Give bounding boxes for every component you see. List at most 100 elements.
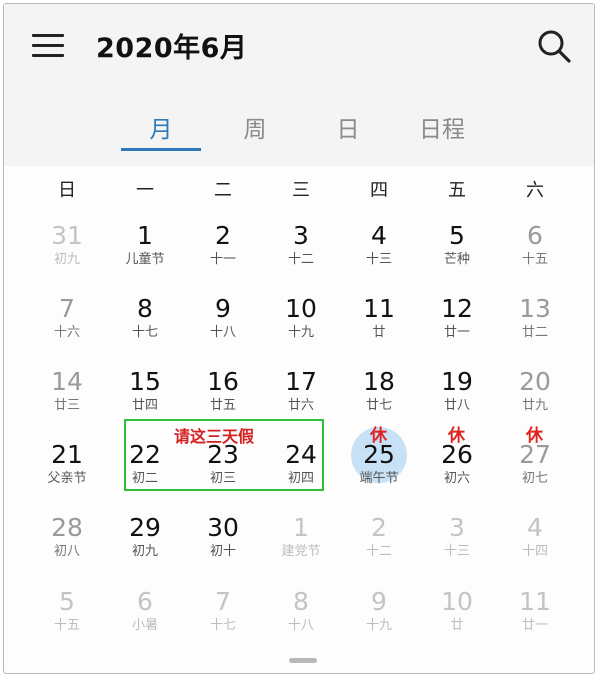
- lunar-label: 初九: [131, 544, 158, 559]
- day-number: 5: [449, 221, 465, 250]
- day-cell[interactable]: 30 初十: [184, 514, 262, 584]
- day-number: 1: [293, 513, 309, 542]
- day-number: 12: [441, 294, 473, 323]
- lunar-label: 十八: [209, 325, 236, 340]
- lunar-label: 廿: [372, 325, 386, 340]
- lunar-label: 廿七: [365, 398, 392, 413]
- lunar-label: 初六: [443, 471, 470, 486]
- day-number: 2: [215, 221, 231, 250]
- lunar-label: 十八: [287, 618, 314, 633]
- day-cell[interactable]: 11 廿一: [496, 588, 574, 658]
- day-cell[interactable]: 3 十三: [418, 514, 496, 584]
- day-number: 19: [441, 367, 473, 396]
- day-cell[interactable]: 9 十八: [184, 295, 262, 365]
- drag-handle[interactable]: [289, 658, 317, 663]
- day-cell[interactable]: 2 十二: [340, 514, 418, 584]
- lunar-label: 初七: [521, 471, 548, 486]
- day-number: 7: [215, 587, 231, 616]
- weekday-label: 二: [214, 180, 232, 201]
- day-cell[interactable]: 25 端午节: [340, 427, 418, 511]
- lunar-label: 廿九: [521, 398, 548, 413]
- rest-day-badge: 休: [526, 426, 543, 446]
- day-number: 31: [51, 221, 83, 250]
- tab-month[interactable]: 月: [111, 110, 211, 144]
- tab-day[interactable]: 日: [298, 110, 398, 144]
- lunar-label: 初四: [287, 471, 314, 486]
- day-cell[interactable]: 7 十六: [28, 295, 106, 365]
- day-cell[interactable]: 13 廿二: [496, 295, 574, 365]
- lunar-label: 十九: [287, 325, 314, 340]
- day-cell[interactable]: 5 芒种: [418, 222, 496, 292]
- weekday-label: 三: [292, 180, 310, 201]
- tab-schedule[interactable]: 日程: [392, 110, 492, 144]
- lunar-label: 初九: [53, 252, 80, 267]
- day-cell[interactable]: 8 十七: [106, 295, 184, 365]
- day-cell[interactable]: 10 十九: [262, 295, 340, 365]
- day-number: 4: [527, 513, 543, 542]
- day-number: 20: [519, 367, 551, 396]
- day-cell[interactable]: 8 十八: [262, 588, 340, 658]
- day-number: 11: [519, 587, 551, 616]
- lunar-label: 十二: [365, 544, 392, 559]
- weekday-label: 一: [136, 180, 154, 201]
- day-number: 10: [441, 587, 473, 616]
- lunar-label: 廿一: [443, 325, 470, 340]
- lunar-label: 端午节: [359, 471, 399, 486]
- day-cell[interactable]: 29 初九: [106, 514, 184, 584]
- day-cell[interactable]: 9 十九: [340, 588, 418, 658]
- day-cell[interactable]: 14 廿三: [28, 368, 106, 438]
- day-cell[interactable]: 6 十五: [496, 222, 574, 292]
- weekday-label: 六: [526, 180, 544, 201]
- rest-day-badge: 休: [448, 426, 465, 446]
- day-cell[interactable]: 27 初七: [496, 441, 574, 511]
- lunar-label: 廿三: [53, 398, 80, 413]
- day-number: 7: [59, 294, 75, 323]
- search-icon[interactable]: [536, 28, 572, 64]
- day-cell[interactable]: 21 父亲节: [28, 441, 106, 511]
- day-number: 11: [363, 294, 395, 323]
- day-cell[interactable]: 31 初九: [28, 222, 106, 292]
- lunar-label: 芒种: [443, 252, 470, 267]
- day-cell[interactable]: 2 十一: [184, 222, 262, 292]
- tab-week[interactable]: 周: [205, 110, 305, 144]
- day-cell[interactable]: 26 初六: [418, 441, 496, 511]
- day-number: 6: [527, 221, 543, 250]
- tab-indicator: [121, 148, 201, 151]
- lunar-label: 儿童节: [125, 252, 165, 267]
- day-number: 3: [449, 513, 465, 542]
- day-number: 1: [137, 221, 153, 250]
- day-cell[interactable]: 24 初四: [262, 441, 340, 511]
- day-number: 14: [51, 367, 83, 396]
- month-title[interactable]: 2020年6月: [96, 26, 247, 65]
- day-number: 3: [293, 221, 309, 250]
- lunar-label: 十七: [209, 618, 236, 633]
- day-cell[interactable]: 23 初三: [184, 441, 262, 511]
- day-cell[interactable]: 4 十三: [340, 222, 418, 292]
- day-cell[interactable]: 3 十二: [262, 222, 340, 292]
- lunar-label: 小暑: [131, 618, 158, 633]
- day-number: 15: [129, 367, 161, 396]
- day-cell[interactable]: 1 儿童节: [106, 222, 184, 292]
- day-cell[interactable]: 28 初八: [28, 514, 106, 584]
- day-cell[interactable]: 12 廿一: [418, 295, 496, 365]
- lunar-label: 廿: [450, 618, 464, 633]
- lunar-label: 十九: [365, 618, 392, 633]
- day-cell[interactable]: 7 十七: [184, 588, 262, 658]
- lunar-label: 初二: [131, 471, 158, 486]
- day-cell[interactable]: 11 廿: [340, 295, 418, 365]
- weekday-label: 日: [58, 180, 76, 201]
- day-number: 17: [285, 367, 317, 396]
- day-cell[interactable]: 5 十五: [28, 588, 106, 658]
- day-number: 24: [285, 440, 317, 469]
- day-cell[interactable]: 1 建党节: [262, 514, 340, 584]
- day-cell[interactable]: 10 廿: [418, 588, 496, 658]
- weekday-label: 四: [370, 180, 388, 201]
- day-cell[interactable]: 4 十四: [496, 514, 574, 584]
- day-cell[interactable]: 6 小暑: [106, 588, 184, 658]
- day-number: 10: [285, 294, 317, 323]
- day-cell[interactable]: 22 初二: [106, 441, 184, 511]
- lunar-label: 廿二: [521, 325, 548, 340]
- day-number: 9: [371, 587, 387, 616]
- weekday-header: 日 一 二 三 四 五 六: [4, 176, 594, 206]
- menu-icon[interactable]: [32, 34, 64, 58]
